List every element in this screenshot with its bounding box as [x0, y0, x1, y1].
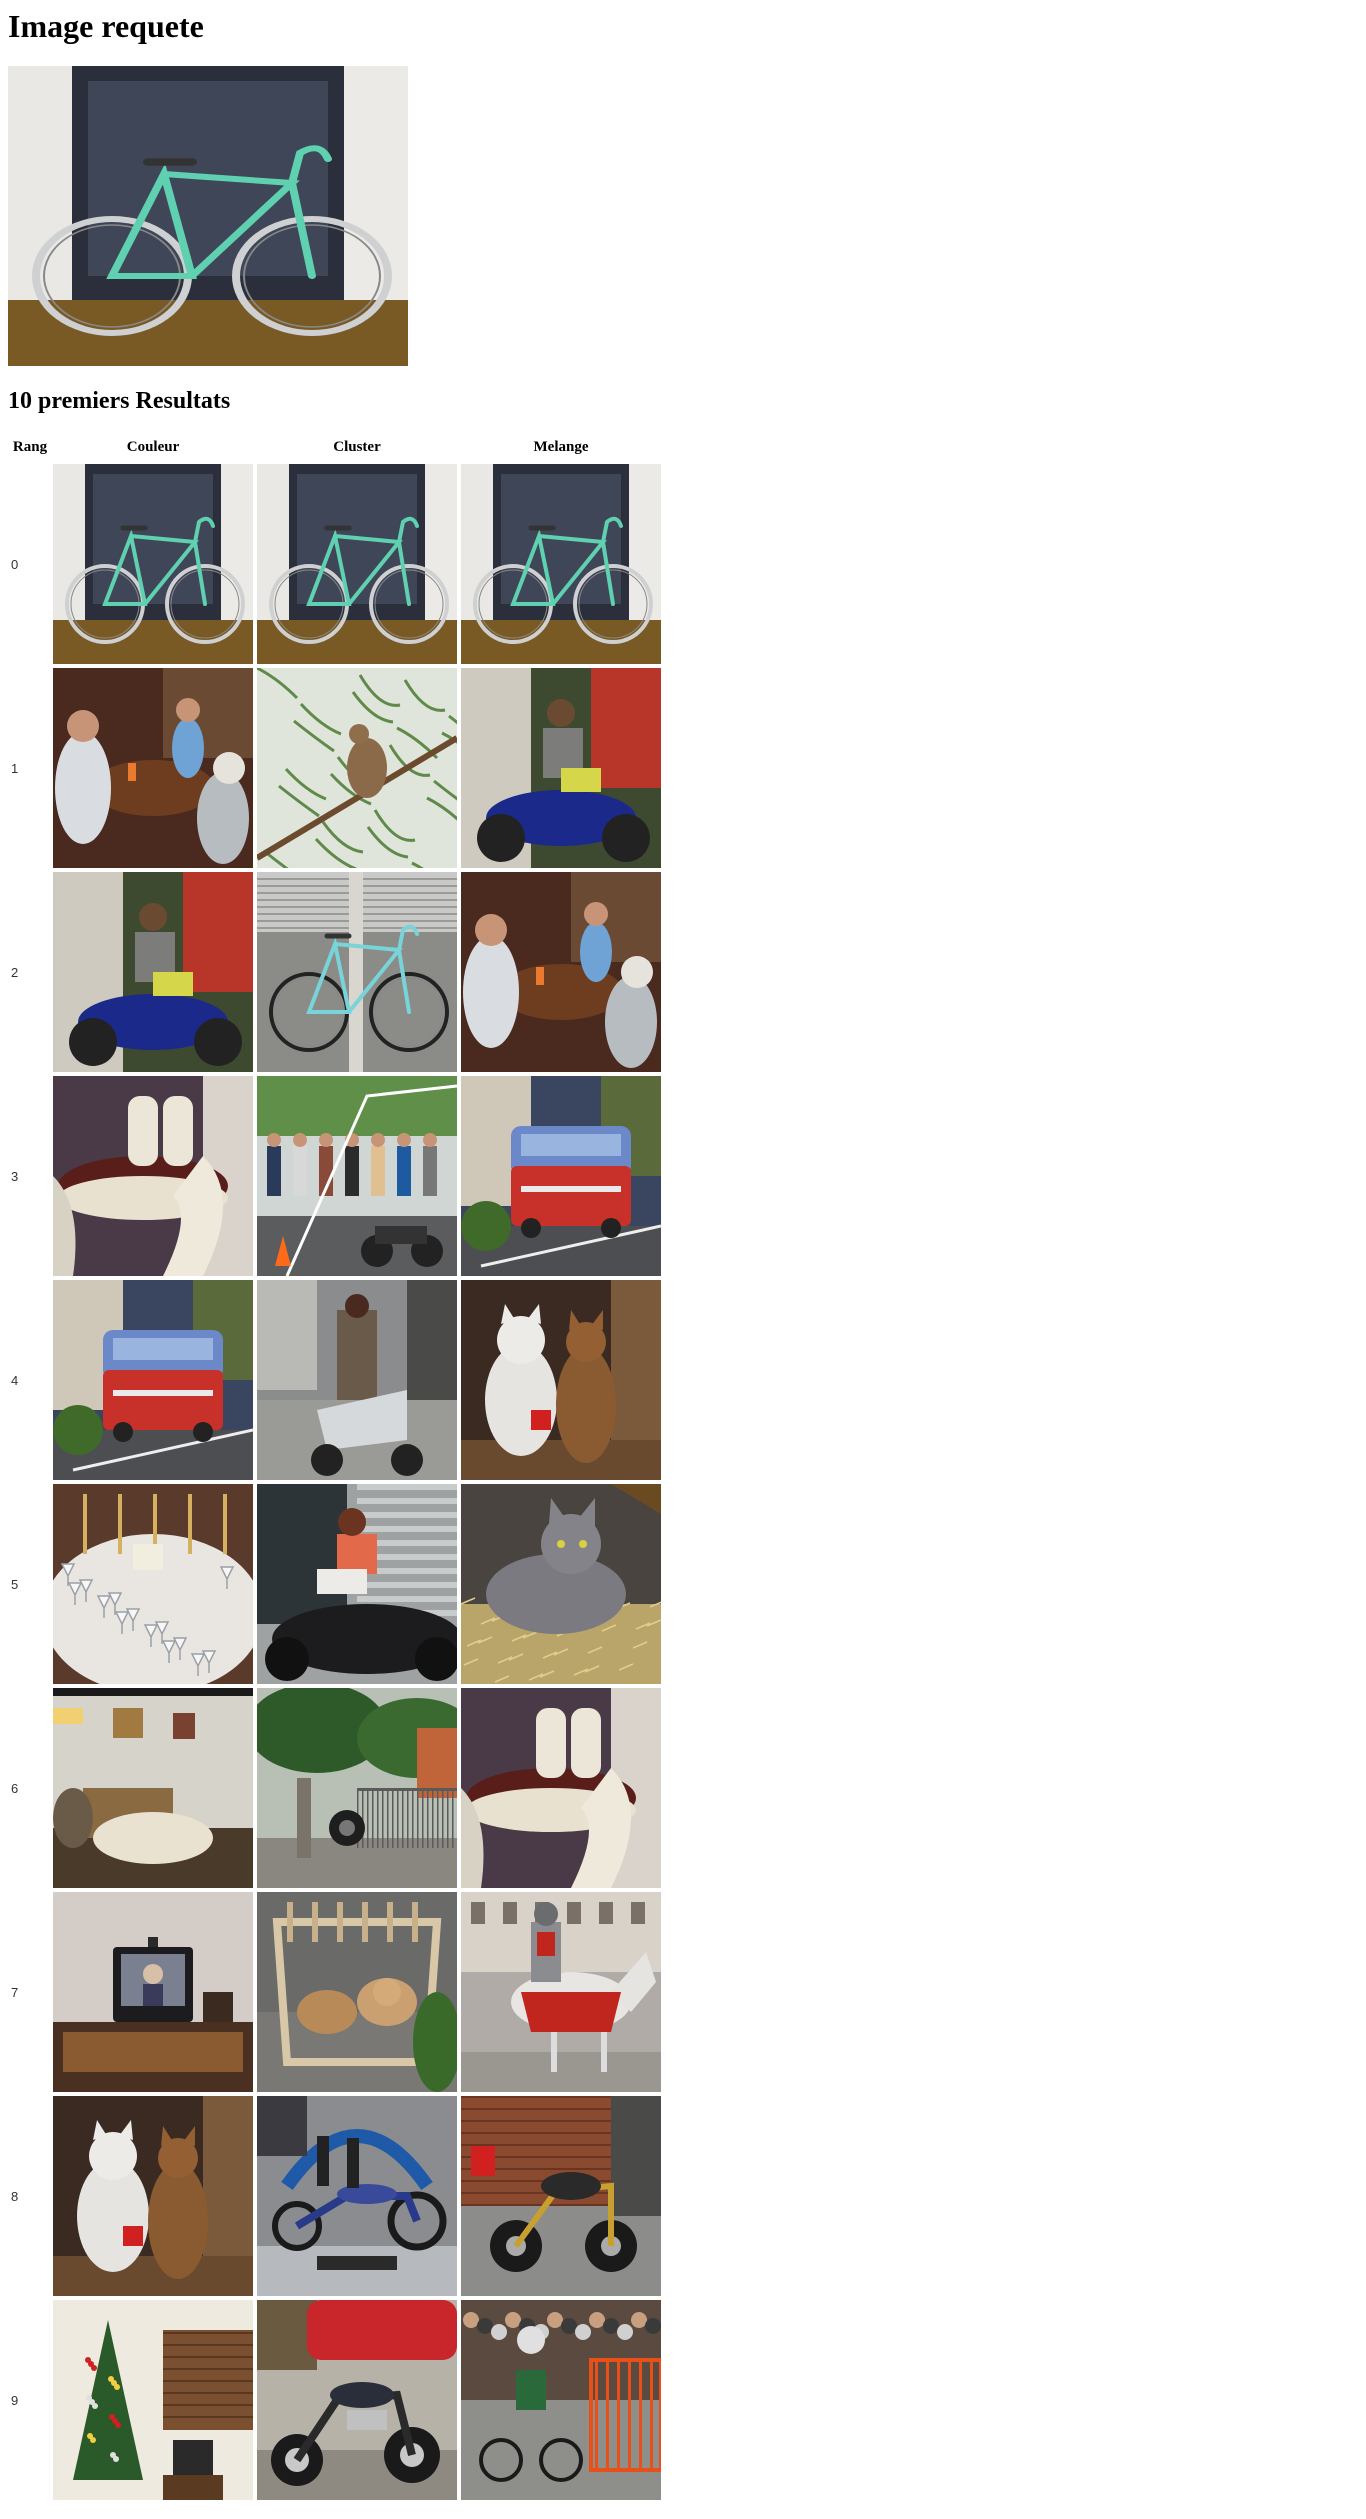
header-mix: Melange [533, 439, 589, 455]
table-row: 4 [10, 1279, 662, 1481]
color-result-image [53, 1688, 253, 1888]
table-row: 7 [10, 1891, 662, 2093]
color-result-image [53, 1076, 253, 1276]
cluster-result-image [257, 1280, 457, 1480]
cluster-result-image [257, 1484, 457, 1684]
cluster-result-image [257, 464, 457, 664]
color-result-cell [52, 1075, 254, 1277]
color-result-cell [52, 1279, 254, 1481]
cluster-result-cell [256, 463, 458, 665]
rank-cell: 4 [11, 1372, 19, 1388]
cluster-result-image [257, 1076, 457, 1276]
mix-result-cell [460, 2095, 662, 2297]
cluster-result-cell [256, 667, 458, 869]
mix-result-image [461, 1688, 661, 1888]
mix-result-cell [460, 871, 662, 1073]
cluster-result-image [257, 2300, 457, 2500]
cluster-result-image [257, 2096, 457, 2296]
header-color: Couleur [126, 439, 180, 455]
mix-result-image [461, 464, 661, 664]
color-result-image [53, 464, 253, 664]
color-result-cell [52, 2299, 254, 2501]
mix-result-image [461, 1076, 661, 1276]
cluster-result-cell [256, 1483, 458, 1685]
mix-result-cell [460, 1891, 662, 2093]
mix-result-cell [460, 1483, 662, 1685]
results-table: Rang Couleur Cluster Melange 0 1 2 3 4 5 6 7 8 9 [8, 432, 664, 2503]
table-row: 0 [10, 463, 662, 665]
color-result-image [53, 1484, 253, 1684]
mix-result-image [461, 1892, 661, 2092]
cluster-result-image [257, 1688, 457, 1888]
color-result-cell [52, 667, 254, 869]
table-header-row: Rang Couleur Cluster Melange [10, 434, 662, 461]
table-row: 6 [10, 1687, 662, 1889]
rank-cell: 2 [11, 964, 19, 980]
color-result-image [53, 1892, 253, 2092]
cluster-result-cell [256, 2299, 458, 2501]
cluster-result-cell [256, 1075, 458, 1277]
mix-result-cell [460, 1279, 662, 1481]
color-result-image [53, 668, 253, 868]
rank-cell: 6 [11, 1780, 19, 1796]
rank-cell: 3 [11, 1168, 19, 1184]
cluster-result-image [257, 668, 457, 868]
color-result-cell [52, 1483, 254, 1685]
color-result-cell [52, 871, 254, 1073]
table-row: 8 [10, 2095, 662, 2297]
rank-cell: 9 [11, 2392, 19, 2408]
mix-result-cell [460, 1687, 662, 1889]
mix-result-cell [460, 667, 662, 869]
cluster-result-cell [256, 1687, 458, 1889]
mix-result-image [461, 1484, 661, 1684]
query-image [8, 66, 408, 366]
table-row: 3 [10, 1075, 662, 1277]
rank-cell: 1 [11, 760, 19, 776]
cluster-result-cell [256, 871, 458, 1073]
mix-result-image [461, 1280, 661, 1480]
header-cluster: Cluster [333, 439, 381, 455]
rank-cell: 7 [11, 1984, 19, 2000]
header-rank: Rang [12, 439, 48, 455]
table-row: 2 [10, 871, 662, 1073]
mix-result-cell [460, 1075, 662, 1277]
mix-result-image [461, 2300, 661, 2500]
color-result-image [53, 1280, 253, 1480]
rank-cell: 0 [11, 556, 19, 572]
mix-result-image [461, 668, 661, 868]
results-heading: 10 premiers Resultats [8, 388, 231, 414]
color-result-image [53, 872, 253, 1072]
cluster-result-cell [256, 2095, 458, 2297]
color-result-cell [52, 2095, 254, 2297]
rank-cell: 5 [11, 1576, 19, 1592]
table-row: 9 [10, 2299, 662, 2501]
color-result-cell [52, 1891, 254, 2093]
cluster-result-cell [256, 1891, 458, 2093]
mix-result-image [461, 872, 661, 1072]
cluster-result-image [257, 1892, 457, 2092]
cluster-result-image [257, 872, 457, 1072]
table-row: 1 [10, 667, 662, 869]
cluster-result-cell [256, 1279, 458, 1481]
results-body: 0 1 2 3 4 5 6 7 8 9 [10, 463, 662, 2501]
mix-result-image [461, 2096, 661, 2296]
color-result-cell [52, 463, 254, 665]
rank-cell: 8 [11, 2188, 19, 2204]
mix-result-cell [460, 2299, 662, 2501]
mix-result-cell [460, 463, 662, 665]
color-result-cell [52, 1687, 254, 1889]
page-title: Image requete [8, 8, 204, 44]
table-row: 5 [10, 1483, 662, 1685]
color-result-image [53, 2096, 253, 2296]
color-result-image [53, 2300, 253, 2500]
query-image-bicycle [8, 66, 408, 366]
